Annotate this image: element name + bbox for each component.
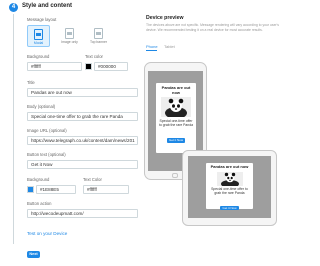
popup-button: Get it Now	[220, 205, 239, 211]
text-color-swatch[interactable]	[85, 63, 92, 70]
layout-option-image-only[interactable]: Image only	[58, 25, 81, 47]
body-input[interactable]: Special one-time offer to grab the rare …	[27, 112, 138, 121]
button-background-label: Background	[27, 177, 50, 182]
popup-button: Get it Now	[166, 138, 185, 143]
panda-image	[216, 171, 243, 186]
phone-popup-preview: Pandas are out now Special one-time offe…	[156, 83, 196, 153]
image-only-layout-icon	[65, 28, 74, 39]
layout-option-modal[interactable]: Modal	[27, 25, 50, 47]
background-label: Background	[27, 54, 50, 59]
button-text-input[interactable]: Get it Now	[27, 160, 138, 169]
text-color-input[interactable]: #000000	[94, 62, 128, 71]
top-banner-layout-icon	[94, 28, 103, 39]
layout-option-label: Image only	[61, 40, 78, 44]
message-layout-label: Message layout	[27, 17, 57, 22]
title-label: Title	[27, 80, 35, 85]
title-input[interactable]: Pandas are out now	[27, 88, 138, 97]
image-url-label: Image URL (optional)	[27, 128, 67, 133]
popup-title: Pandas are out now	[161, 85, 191, 95]
layout-option-label: Modal	[33, 41, 44, 45]
text-color-label: Text color	[85, 54, 103, 59]
tablet-popup-preview: Pandas are out now Special one-time offe…	[206, 163, 253, 211]
button-background-input[interactable]: #1E88E5	[36, 185, 76, 194]
popup-title: Pandas are out now	[210, 164, 249, 169]
button-background-swatch[interactable]	[27, 186, 34, 193]
body-label: Body (optional)	[27, 104, 56, 109]
panda-image	[161, 97, 191, 118]
layout-option-top-banner[interactable]: Top banner	[87, 25, 110, 47]
button-text-color-label: Text Color	[83, 177, 102, 182]
active-tab-indicator	[146, 50, 157, 51]
next-button[interactable]: Next	[27, 251, 40, 258]
tab-phone[interactable]: Phone	[146, 44, 158, 49]
modal-layout-icon	[34, 29, 43, 40]
device-preview-title: Device preview	[146, 15, 184, 21]
background-color-input[interactable]: #ffffff	[27, 62, 82, 71]
popup-body: Special one-time offer to grab the rare …	[159, 119, 193, 128]
button-action-label: Button action	[27, 201, 52, 206]
image-url-input[interactable]: https://www.telegraph.co.uk/content/dam/…	[27, 136, 138, 145]
popup-body: Special one-time offer to grab the rare …	[211, 186, 248, 195]
layout-option-label: Top banner	[90, 40, 107, 44]
button-text-color-input[interactable]: #ffffff	[83, 185, 129, 194]
step-connector-line	[13, 14, 14, 244]
phone-home-button	[172, 173, 178, 178]
test-on-device-link[interactable]: Test on your Device	[27, 231, 67, 236]
section-title: Style and content	[22, 3, 73, 9]
step-number-badge: 4	[9, 3, 18, 12]
tab-tablet[interactable]: Tablet	[164, 44, 175, 49]
button-action-input[interactable]: http://wecodeupmatt.com/	[27, 209, 138, 218]
device-preview-description: The devices above are not specific. Mess…	[146, 23, 279, 33]
button-text-label: Button text (optional)	[27, 152, 66, 157]
